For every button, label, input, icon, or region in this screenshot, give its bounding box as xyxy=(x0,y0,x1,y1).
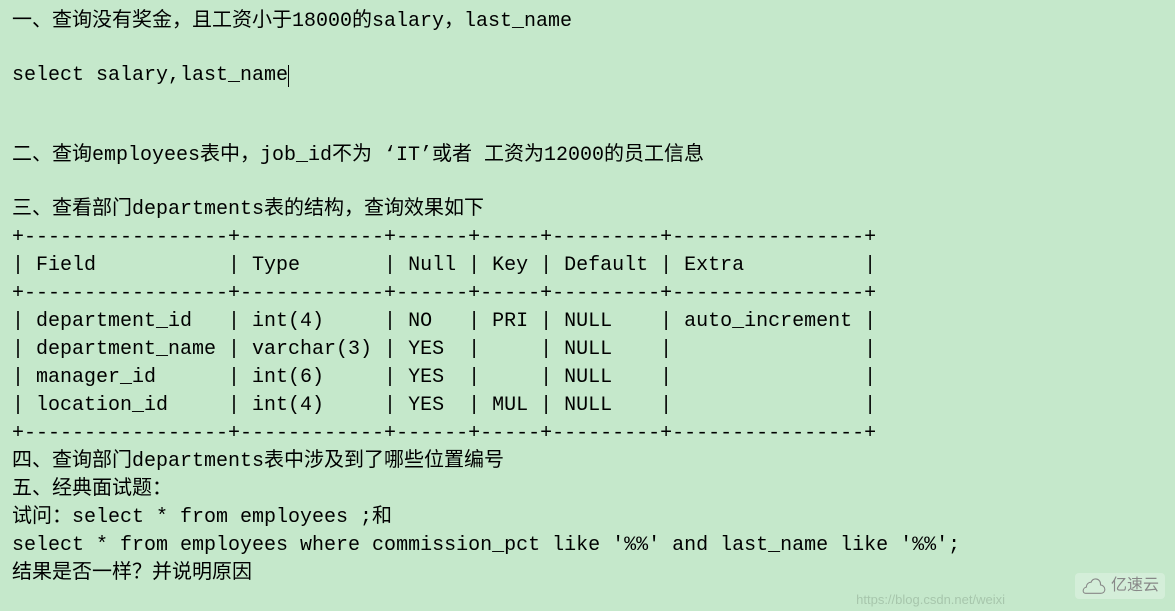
table-row: | department_name | varchar(3) | YES | |… xyxy=(12,336,1163,364)
sql-text: select salary,last_name xyxy=(12,64,288,87)
question-5-line3: 结果是否一样？并说明原因 xyxy=(12,560,1163,588)
table-row: | department_id | int(4) | NO | PRI | NU… xyxy=(12,308,1163,336)
table-header: | Field | Type | Null | Key | Default | … xyxy=(12,252,1163,280)
question-5-line1: 试问：select * from employees ;和 xyxy=(12,504,1163,532)
cloud-icon xyxy=(1081,577,1107,595)
question-2-title: 二、查询employees表中，job_id不为 ‘IT’或者 工资为12000… xyxy=(12,142,1163,170)
table-row: | location_id | int(4) | YES | MUL | NUL… xyxy=(12,392,1163,420)
question-5-line2: select * from employees where commission… xyxy=(12,532,1163,560)
table-border-mid: +-----------------+------------+------+-… xyxy=(12,280,1163,308)
watermark-text: 亿速云 xyxy=(1111,575,1159,597)
question-4-title: 四、查询部门departments表中涉及到了哪些位置编号 xyxy=(12,448,1163,476)
table-row: | manager_id | int(6) | YES | | NULL | | xyxy=(12,364,1163,392)
question-1-sql: select salary,last_name xyxy=(12,62,1163,90)
watermark-logo: 亿速云 xyxy=(1075,573,1165,599)
question-1-title: 一、查询没有奖金，且工资小于18000的salary，last_name xyxy=(12,8,1163,36)
table-border-bottom: +-----------------+------------+------+-… xyxy=(12,420,1163,448)
text-cursor-icon xyxy=(288,65,289,87)
question-3-title: 三、查看部门departments表的结构，查询效果如下 xyxy=(12,196,1163,224)
table-border-top: +-----------------+------------+------+-… xyxy=(12,224,1163,252)
watermark-url: https://blog.csdn.net/weixi xyxy=(856,591,1005,609)
question-5-title: 五、经典面试题： xyxy=(12,476,1163,504)
